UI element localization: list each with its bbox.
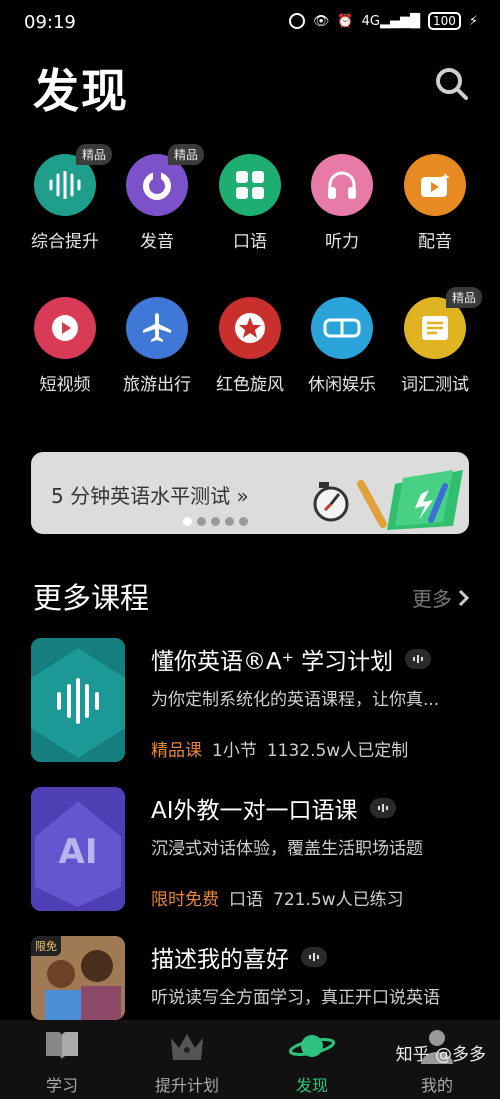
banner-text: 5 分钟英语水平测试 » <box>51 484 249 508</box>
battery-indicator: 100 <box>427 12 461 30</box>
audio-icon <box>301 947 327 967</box>
category-label: 休闲娱乐 <box>308 375 376 395</box>
premium-badge: 精品 <box>75 144 112 165</box>
course-title-row: 懂你英语®A⁺ 学习计划 <box>151 642 432 676</box>
headphones-icon <box>311 154 373 216</box>
planet-icon <box>288 1035 336 1057</box>
course-title: AI外教一对一口语课 <box>151 798 358 824</box>
course-item-ai-tutor[interactable]: AI AI外教一对一口语课 沉浸式对话体验，覆盖生活职场话题 限时免费 口语 721… <box>31 787 471 912</box>
category-dubbing[interactable]: 配音 <box>390 154 480 252</box>
more-label: 更多 <box>412 587 452 611</box>
thumb-text: AI <box>59 832 98 872</box>
do-not-disturb-icon <box>288 13 305 29</box>
nav-label: 我的 <box>420 1076 453 1095</box>
section-title: 更多课程 <box>33 581 150 615</box>
newspaper-icon: 精品 <box>404 287 482 359</box>
category-vocab-test[interactable]: 精品 词汇测试 <box>390 287 482 395</box>
search-icon <box>436 68 468 100</box>
nav-tab-discover[interactable]: 发现 <box>262 1028 362 1096</box>
pagination-dot[interactable] <box>183 517 192 526</box>
course-meta-1: 1小节 <box>212 741 257 761</box>
course-thumbnail: 限免 <box>31 936 125 1020</box>
video-icon <box>404 154 466 216</box>
crown-icon <box>171 1034 203 1060</box>
course-description: 听说读写全方面学习，真正开口说英语 <box>151 988 440 1008</box>
course-title: 懂你英语®A⁺ 学习计划 <box>151 649 394 675</box>
category-short-video[interactable]: 短视频 <box>20 297 110 395</box>
course-meta: 限时免费 口语 721.5w人已练习 <box>151 885 414 910</box>
pagination-dot[interactable] <box>211 517 220 526</box>
course-thumbnail <box>31 638 125 762</box>
category-label: 词汇测试 <box>401 375 469 395</box>
category-label: 发音 <box>140 232 174 252</box>
course-description: 沉浸式对话体验，覆盖生活职场话题 <box>151 839 423 859</box>
category-listening[interactable]: 听力 <box>297 154 387 252</box>
course-title-row: 描述我的喜好 <box>151 940 327 974</box>
search-button[interactable] <box>434 66 470 102</box>
eye-icon: 👁 <box>312 13 330 29</box>
audio-icon <box>405 649 432 669</box>
course-meta-2: 1132.5w人已定制 <box>266 741 409 761</box>
grid-icon <box>219 154 281 216</box>
course-description: 为你定制系统化的英语课程，让你真... <box>151 690 440 710</box>
course-title: 描述我的喜好 <box>151 947 289 973</box>
nav-label: 学习 <box>45 1076 78 1095</box>
book-icon <box>46 1032 78 1060</box>
category-comprehensive[interactable]: 精品 综合提升 <box>20 144 112 252</box>
category-label: 配音 <box>418 232 452 252</box>
chevron-right-icon <box>458 589 470 606</box>
category-speaking[interactable]: 口语 <box>205 154 295 252</box>
status-time: 09:19 <box>24 12 76 33</box>
level-test-banner[interactable]: 5 分钟英语水平测试 » <box>31 452 469 534</box>
banner-illustration-icon <box>313 470 463 530</box>
nav-tab-plan[interactable]: 提升计划 <box>137 1028 237 1096</box>
audio-icon <box>369 798 396 818</box>
watermark: 知乎 @多多 <box>395 1045 486 1065</box>
category-label: 短视频 <box>39 375 91 395</box>
premium-badge: 精品 <box>167 144 204 165</box>
play-icon <box>34 297 96 359</box>
waveform-icon: 精品 <box>34 144 112 216</box>
airplane-icon <box>126 297 188 359</box>
category-label: 听力 <box>325 232 359 252</box>
category-travel[interactable]: 旅游出行 <box>112 297 202 395</box>
free-badge: 限免 <box>31 936 61 956</box>
category-label: 红色旋风 <box>216 375 284 395</box>
signal-icon: 4G▂▄▆█ <box>361 13 420 29</box>
premium-badge: 精品 <box>445 287 482 308</box>
nav-tab-study[interactable]: 学习 <box>12 1028 112 1096</box>
charging-icon: ⚡ <box>468 13 478 29</box>
course-tag: 精品课 <box>151 741 202 761</box>
nav-label: 提升计划 <box>154 1076 219 1095</box>
course-meta-1: 口语 <box>229 890 263 910</box>
nav-label: 发现 <box>295 1076 328 1095</box>
category-pronunciation[interactable]: 精品 发音 <box>112 144 204 252</box>
course-item-dongni[interactable]: 懂你英语®A⁺ 学习计划 为你定制系统化的英语课程，让你真... 精品课 1小节 1… <box>31 638 471 763</box>
page-title: 发现 <box>33 64 129 118</box>
course-meta-2: 721.5w人已练习 <box>273 890 404 910</box>
course-meta: 精品课 1小节 1132.5w人已定制 <box>151 736 418 761</box>
course-title-row: AI外教一对一口语课 <box>151 791 396 825</box>
category-label: 口语 <box>233 232 267 252</box>
pagination-dot[interactable] <box>225 517 234 526</box>
category-label: 旅游出行 <box>123 375 191 395</box>
pagination-dot[interactable] <box>239 517 248 526</box>
banner-pagination[interactable] <box>183 517 248 526</box>
course-tag: 限时免费 <box>151 890 219 910</box>
category-red-whirlwind[interactable]: 红色旋风 <box>205 297 295 395</box>
pagination-dot[interactable] <box>197 517 206 526</box>
vr-goggles-icon <box>311 297 373 359</box>
alarm-icon: ⏰ <box>337 13 354 29</box>
mouth-icon: 精品 <box>126 144 204 216</box>
category-label: 综合提升 <box>31 232 99 252</box>
star-icon <box>219 297 281 359</box>
more-button[interactable]: 更多 <box>412 583 470 612</box>
status-bar: 09:19 👁 ⏰ 4G▂▄▆█ 100 ⚡ <box>0 0 500 50</box>
category-leisure[interactable]: 休闲娱乐 <box>297 297 387 395</box>
status-icons: 👁 ⏰ 4G▂▄▆█ 100 ⚡ <box>288 12 478 30</box>
course-thumbnail: AI <box>31 787 125 911</box>
